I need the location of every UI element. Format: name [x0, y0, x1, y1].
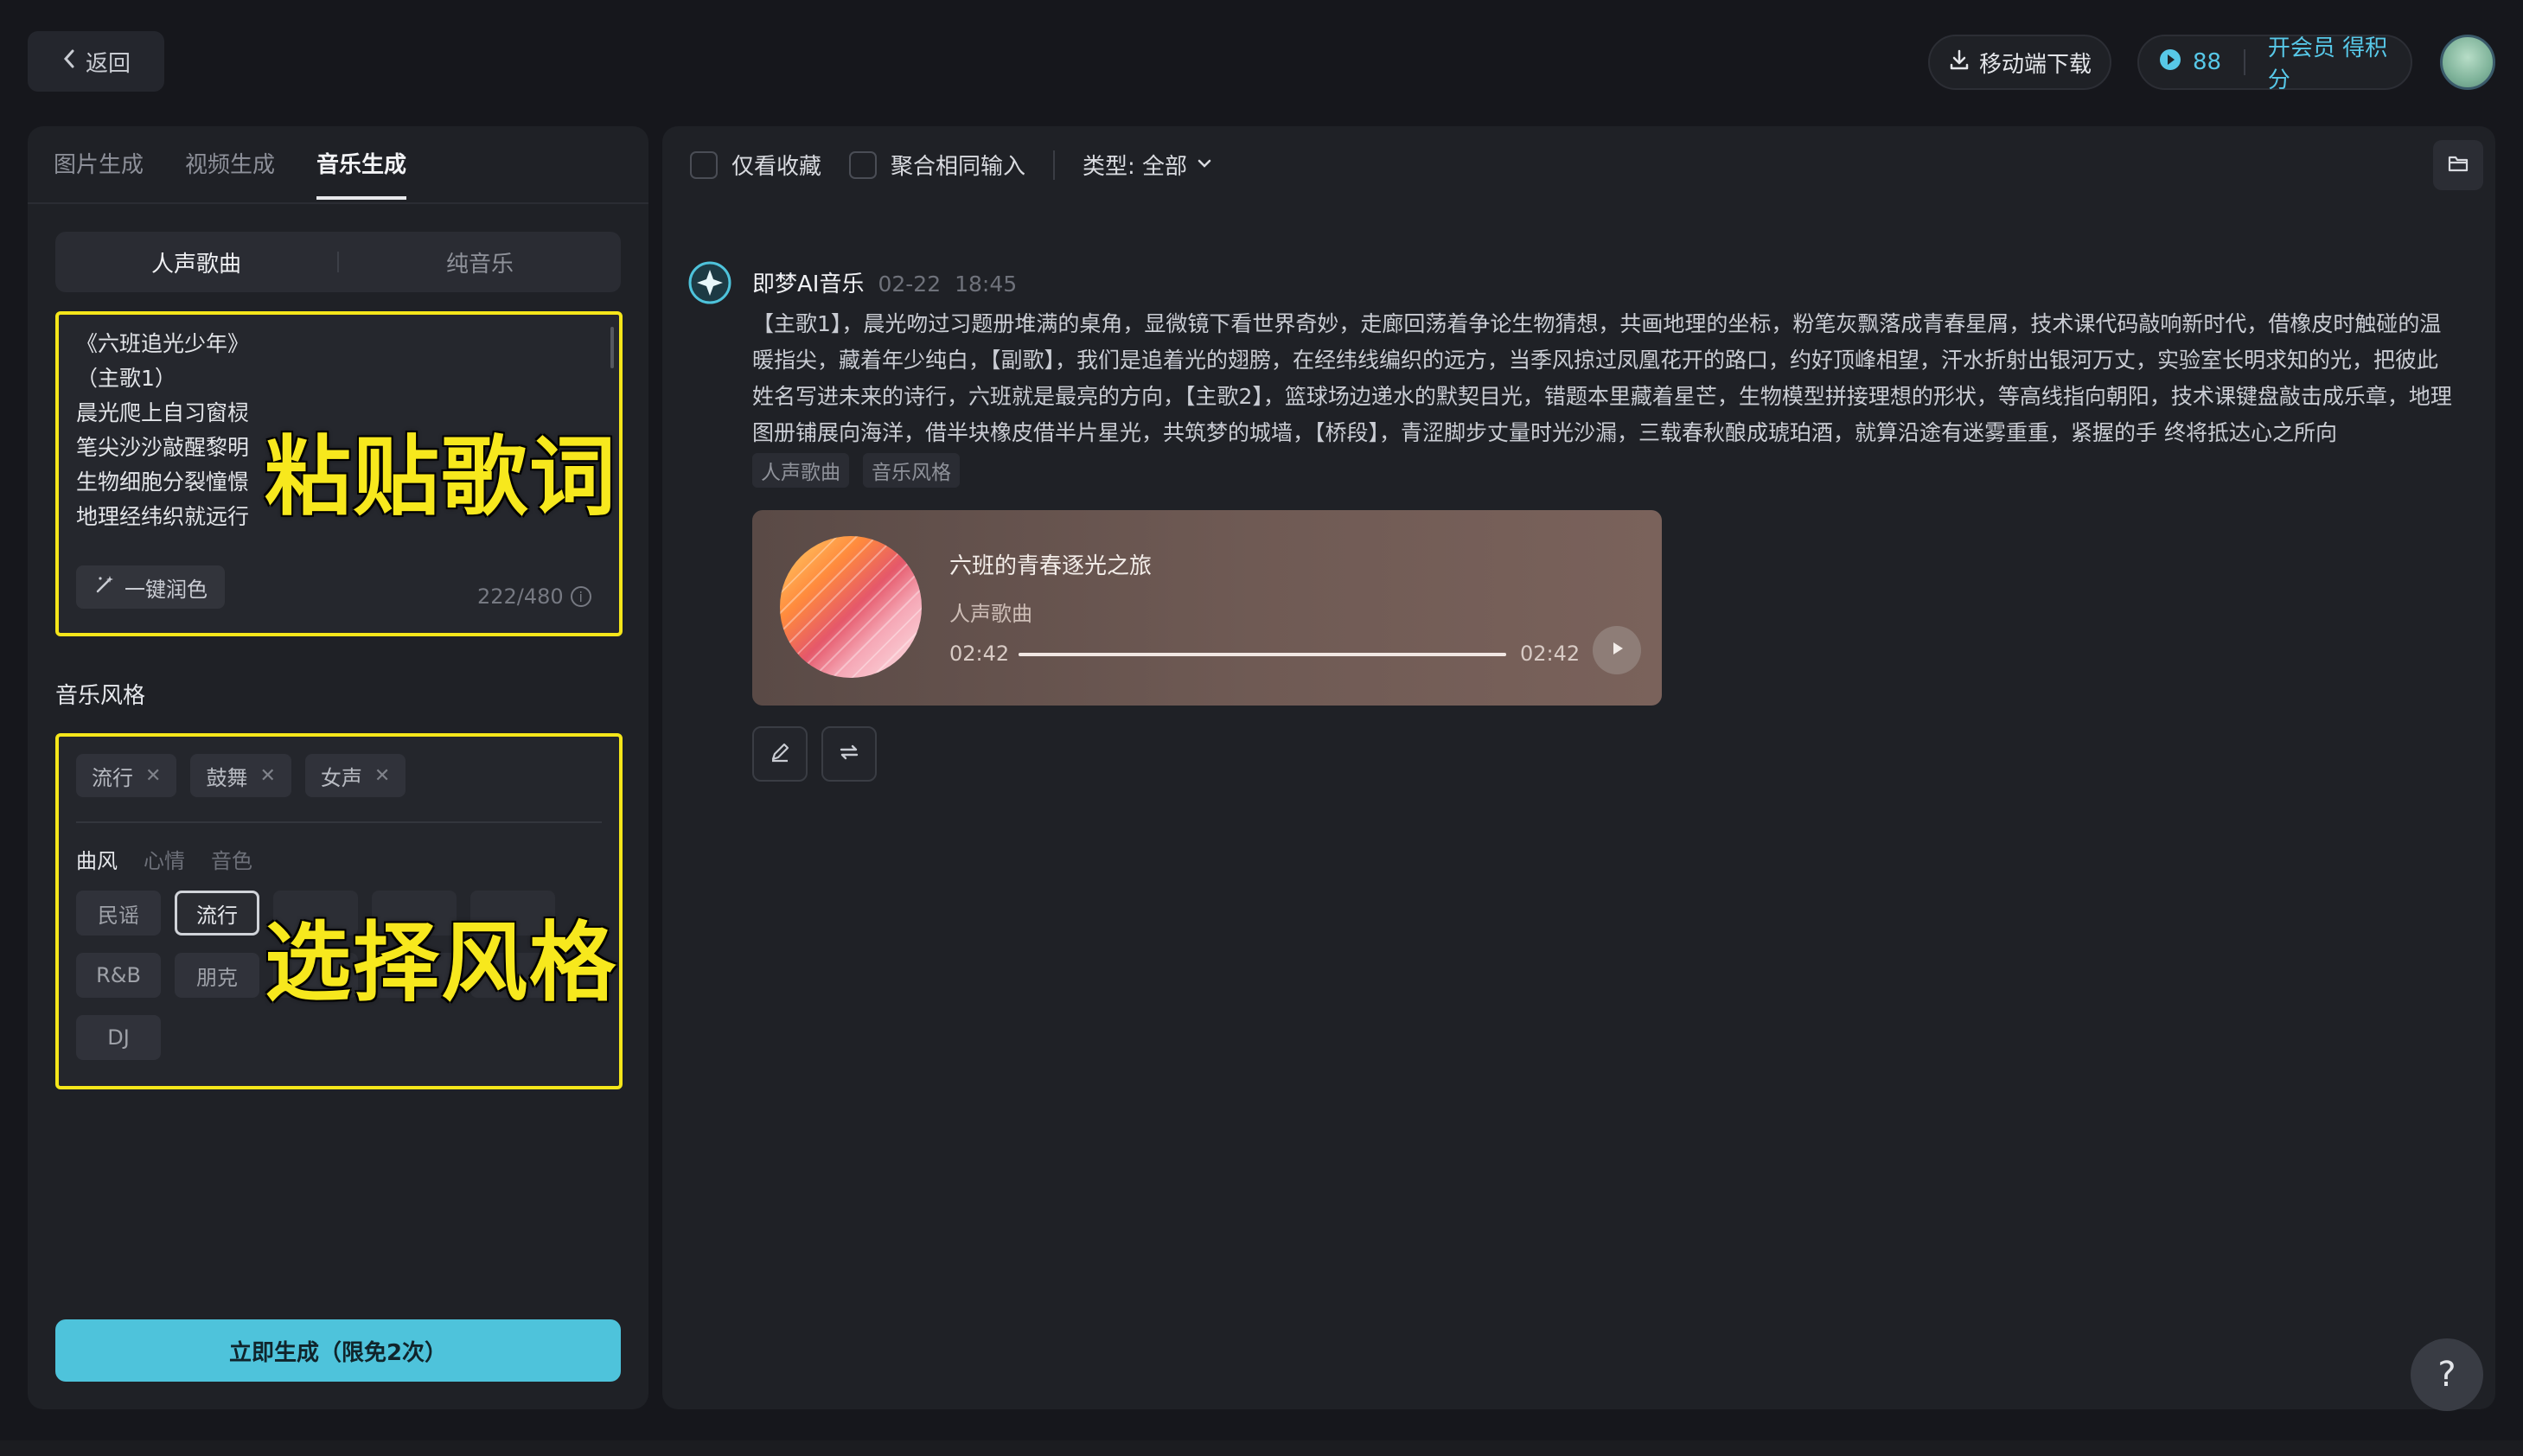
play-button[interactable] [1593, 626, 1641, 674]
chip-inspiring[interactable]: 鼓舞 ✕ [190, 754, 291, 797]
segment-vocal-song[interactable]: 人声歌曲 [55, 246, 337, 278]
option-punk[interactable]: 朋克 [175, 953, 259, 998]
selected-style-chips: 流行 ✕ 鼓舞 ✕ 女声 ✕ [76, 754, 406, 797]
filter-bar: 仅看收藏 聚合相同输入 类型: 全部 [690, 149, 1213, 181]
back-button[interactable]: 返回 [28, 31, 164, 92]
progress-fill [1019, 653, 1506, 656]
lyrics-text[interactable]: 《六班追光少年》 （主歌1） 晨光爬上自习窗棂 笔尖沙沙敲醒黎明 生物细胞分裂憧… [76, 327, 275, 534]
back-label: 返回 [85, 50, 131, 77]
message-time: 18:45 [955, 271, 1018, 297]
type-dropdown[interactable]: 类型: 全部 [1083, 149, 1187, 181]
option-dj[interactable]: DJ [76, 1015, 161, 1060]
repeat-icon [837, 740, 861, 768]
magic-wand-icon [93, 573, 116, 601]
folder-icon [2447, 153, 2469, 177]
tabs-divider [28, 202, 648, 204]
chip-label: 女声 [320, 765, 362, 790]
download-icon [1948, 48, 1970, 77]
favorites-checkbox[interactable] [690, 150, 718, 179]
mobile-download-button[interactable]: 移动端下载 [1928, 35, 2111, 90]
style-divider [76, 821, 602, 823]
prompt-text: 【主歌1】，晨光吻过习题册堆满的桌角，显微镜下看世界奇妙，走廊回荡着争论生物猜想… [752, 311, 2452, 445]
chip-female-vocal[interactable]: 女声 ✕ [304, 754, 406, 797]
option-folk[interactable]: 民谣 [76, 891, 161, 936]
points-count: 88 [2193, 49, 2222, 75]
tag-music-style: 音乐风格 [863, 453, 960, 488]
current-time: 02:42 [949, 642, 1010, 666]
music-style-title: 音乐风格 [55, 683, 146, 709]
points-vip-bar[interactable]: 88 开会员 得积分 [2137, 35, 2412, 93]
info-icon[interactable]: i [570, 586, 591, 607]
chip-pop[interactable]: 流行 ✕ [76, 754, 177, 797]
filter-divider [1053, 150, 1056, 180]
points-icon [2158, 48, 2182, 78]
total-time: 02:42 [1520, 642, 1581, 666]
generate-button[interactable]: 立即生成（限免2次） [55, 1319, 621, 1382]
polish-button[interactable]: 一键润色 [76, 565, 225, 609]
segment-instrumental[interactable]: 纯音乐 [339, 246, 621, 278]
option-rnb[interactable]: R&B [76, 953, 161, 998]
polish-label: 一键润色 [125, 577, 208, 602]
chevron-down-icon[interactable] [1196, 152, 1213, 178]
message-header: 即梦AI音乐 02-22 18:45 [752, 266, 1017, 298]
song-type: 人声歌曲 [949, 602, 1032, 626]
choose-style-annotation: 选择风格 [265, 912, 617, 1013]
tab-image[interactable]: 图片生成 [54, 147, 144, 200]
option-pop[interactable]: 流行 [175, 891, 259, 936]
song-cover [780, 536, 922, 678]
favorites-label[interactable]: 仅看收藏 [731, 149, 821, 181]
tag-vocal-song: 人声歌曲 [752, 453, 849, 488]
edit-icon [768, 740, 792, 768]
prompt-tags: 人声歌曲 音乐风格 [752, 453, 960, 488]
close-icon[interactable]: ✕ [145, 765, 161, 787]
tab-music[interactable]: 音乐生成 [316, 147, 407, 200]
subtab-timbre[interactable]: 音色 [211, 844, 252, 874]
chip-label: 流行 [92, 765, 133, 790]
download-label: 移动端下载 [1978, 51, 2092, 78]
lyrics-scrollbar[interactable] [610, 327, 614, 368]
chip-label: 鼓舞 [206, 765, 248, 790]
divider [2244, 49, 2245, 75]
lyrics-counter: 222/480 i [477, 584, 591, 609]
generation-tabs: 图片生成 视频生成 音乐生成 [54, 147, 407, 200]
subtab-genre[interactable]: 曲风 [76, 844, 118, 874]
style-subtabs: 曲风 心情 音色 [76, 844, 252, 874]
edit-button[interactable] [752, 726, 808, 782]
subtab-mood[interactable]: 心情 [144, 844, 185, 874]
counter-value: 222/480 [477, 584, 564, 609]
merge-checkbox[interactable] [849, 150, 878, 179]
close-icon[interactable]: ✕ [374, 765, 390, 787]
merge-label[interactable]: 聚合相同输入 [891, 149, 1025, 181]
regenerate-button[interactable] [821, 726, 877, 782]
avatar[interactable] [2440, 35, 2495, 90]
help-button[interactable]: ? [2411, 1338, 2483, 1411]
close-icon[interactable]: ✕ [259, 765, 275, 787]
song-title: 六班的青春逐光之旅 [949, 553, 1153, 579]
paste-lyrics-annotation: 粘贴歌词 [265, 426, 617, 527]
tab-video[interactable]: 视频生成 [185, 147, 275, 200]
message-date: 02-22 [878, 271, 942, 297]
vip-link[interactable]: 开会员 得积分 [2268, 30, 2392, 94]
ai-music-logo-icon [688, 261, 731, 304]
chevron-left-icon [61, 48, 77, 76]
play-icon [1607, 639, 1626, 661]
music-type-segment: 人声歌曲 纯音乐 [55, 232, 621, 292]
folder-button[interactable] [2433, 140, 2483, 190]
author-name: 即梦AI音乐 [752, 271, 865, 297]
window-bottom-edge [0, 1440, 2523, 1456]
progress-bar[interactable] [1019, 653, 1506, 656]
